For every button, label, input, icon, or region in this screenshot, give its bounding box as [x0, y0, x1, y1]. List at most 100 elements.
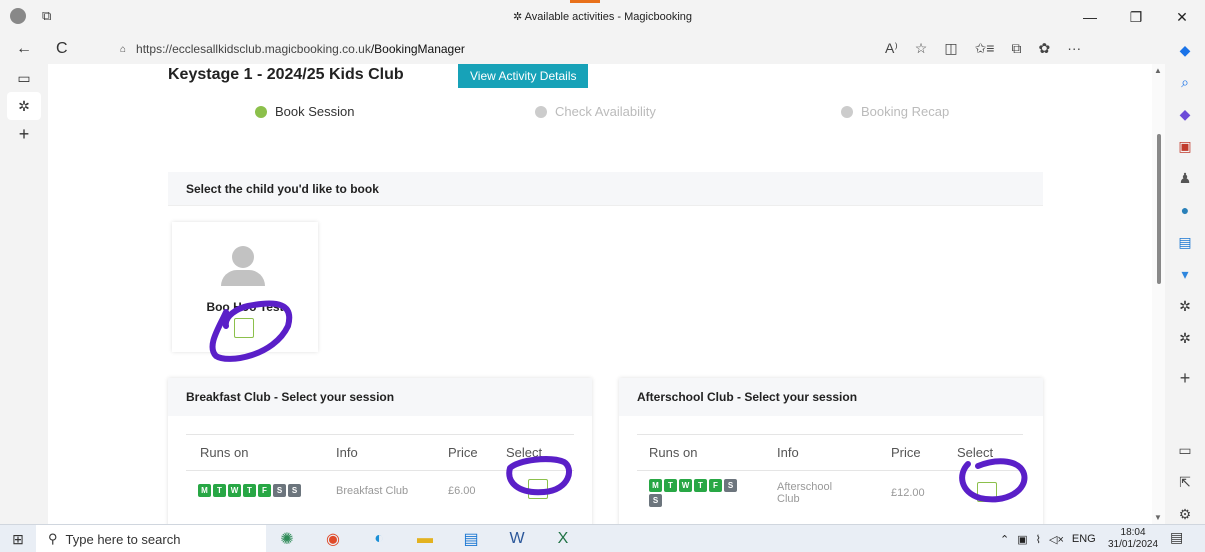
search-placeholder: Type here to search: [65, 531, 181, 547]
outlook-icon[interactable]: ▤: [1165, 226, 1205, 258]
afterschool-sessions-table: Runs on Info Price Select M T W T F S S: [637, 434, 1023, 515]
more-menu-icon[interactable]: ···: [1067, 40, 1081, 57]
site-favicon-icon: ✲: [513, 11, 523, 23]
favorites-icon[interactable]: ✩≡: [975, 40, 995, 57]
word-icon[interactable]: W: [505, 527, 529, 551]
select-cell: [957, 471, 1023, 516]
breakfast-club-panel: Breakfast Club - Select your session Run…: [168, 378, 592, 524]
step-label: Check Availability: [555, 104, 656, 119]
child-name: Boo Hoo Test: [206, 300, 284, 314]
taskbar-search[interactable]: ⚲ Type here to search: [36, 525, 266, 552]
read-aloud-icon[interactable]: A⁾: [885, 40, 898, 57]
col-runs-on: Runs on: [637, 434, 777, 471]
copilot-icon[interactable]: ◆: [1165, 34, 1205, 66]
window-title-text: Available activities - Magicbooking: [524, 11, 692, 23]
day-badge: W: [228, 484, 241, 497]
lock-icon[interactable]: ⌂: [120, 44, 126, 55]
window-title: ✲ Available activities - Magicbooking: [0, 10, 1205, 23]
tray-chevron-icon[interactable]: ⌃: [1000, 533, 1009, 546]
day-badge: S: [288, 484, 301, 497]
afterschool-select-checkbox[interactable]: [977, 481, 997, 502]
file-explorer-icon[interactable]: ▬: [413, 527, 437, 551]
chess-icon[interactable]: ♟: [1165, 162, 1205, 194]
add-sidebar-icon[interactable]: +: [1165, 362, 1205, 394]
refresh-button[interactable]: C: [56, 40, 68, 58]
page-content: Keystage 1 - 2024/25 Kids Club View Acti…: [48, 64, 1152, 524]
breakfast-select-checkbox[interactable]: [528, 479, 548, 499]
address-field[interactable]: ⌂ https://ecclesallkidsclub.magicbooking…: [120, 38, 465, 60]
page-title: Keystage 1 - 2024/25 Kids Club: [168, 66, 404, 83]
info-cell: Breakfast Club: [336, 484, 409, 497]
step-check-availability: Check Availability: [535, 104, 656, 119]
breakfast-club-heading: Breakfast Club - Select your session: [168, 378, 592, 416]
day-badges: M T W T F S S: [649, 479, 749, 507]
app-icon-1[interactable]: ✲: [1165, 290, 1205, 322]
active-tab-indicator: [570, 0, 600, 3]
select-cell: [506, 471, 574, 511]
minimize-button[interactable]: —: [1067, 0, 1113, 34]
system-tray: ⌃ ▣ ⌇ ◁× ENG: [1000, 525, 1096, 552]
taskbar-clock[interactable]: 18:04 31/01/2024: [1108, 527, 1158, 551]
extensions-icon[interactable]: ✿: [1038, 40, 1050, 57]
title-bar: ⧉ ✲ Available activities - Magicbooking …: [0, 0, 1205, 34]
notifications-icon[interactable]: ▤: [1170, 529, 1183, 546]
tray-app-icon[interactable]: ▣: [1017, 533, 1027, 546]
shopping-icon[interactable]: ▾: [1165, 258, 1205, 290]
step-booking-recap: Booking Recap: [841, 104, 949, 119]
back-button[interactable]: ←: [16, 40, 32, 58]
price-cell: £12.00: [891, 487, 925, 499]
scroll-down-icon[interactable]: ▼: [1154, 513, 1162, 522]
network-icon[interactable]: ⌇: [1036, 533, 1041, 546]
widget-icon[interactable]: ✺: [275, 527, 299, 551]
nav-buttons: ← C: [16, 40, 68, 58]
edge-icon[interactable]: ◐: [367, 527, 391, 551]
browser-toolbar: A⁾ ☆ ◫ ✩≡ ⧉ ✿ ···: [885, 40, 1081, 57]
restore-button[interactable]: ❐: [1113, 0, 1159, 34]
close-button[interactable]: ✕: [1159, 0, 1205, 34]
scroll-up-icon[interactable]: ▲: [1154, 66, 1162, 75]
collections-icon[interactable]: ⧉: [1011, 40, 1021, 57]
day-badge: S: [273, 484, 286, 497]
vertical-tabs: ▭ ✲ +: [0, 64, 48, 524]
child-card[interactable]: Boo Hoo Test: [172, 222, 318, 352]
tab-actions-icon[interactable]: ▭: [0, 64, 48, 92]
window-controls: — ❐ ✕: [1067, 0, 1205, 34]
excel-icon[interactable]: X: [551, 527, 575, 551]
col-info: Info: [777, 434, 891, 471]
windows-start-icon[interactable]: ⊞: [0, 525, 36, 552]
language-indicator[interactable]: ENG: [1072, 533, 1096, 545]
volume-icon[interactable]: ◁×: [1049, 533, 1064, 546]
briefcase-icon[interactable]: ▣: [1165, 130, 1205, 162]
day-badge: F: [258, 484, 271, 497]
favorite-star-icon[interactable]: ☆: [915, 40, 928, 57]
child-select-checkbox[interactable]: [234, 318, 254, 338]
outlook-icon[interactable]: ▤: [459, 527, 483, 551]
office-icon[interactable]: ●: [1165, 194, 1205, 226]
runs-on-cell: M T W T F S S: [186, 471, 336, 511]
tag-icon[interactable]: ◆: [1165, 98, 1205, 130]
view-activity-details-button[interactable]: View Activity Details: [458, 64, 589, 88]
info-cell: Afterschool Club: [777, 471, 891, 516]
day-badge: M: [649, 479, 662, 492]
day-badge: W: [679, 479, 692, 492]
page-scrollbar[interactable]: ▲ ▼: [1152, 64, 1165, 524]
scroll-thumb[interactable]: [1157, 134, 1161, 284]
chrome-icon[interactable]: ◉: [321, 527, 345, 551]
col-info: Info: [336, 434, 448, 471]
search-icon[interactable]: ⌕: [1165, 66, 1205, 98]
app-icon-2[interactable]: ✲: [1165, 322, 1205, 354]
table-row: M T W T F S S Breakfast Club £6.00: [186, 471, 574, 511]
day-badge: T: [213, 484, 226, 497]
external-link-icon[interactable]: ⇱: [1165, 466, 1205, 498]
col-price: Price: [891, 434, 957, 471]
url-text: https://ecclesallkidsclub.magicbooking.c…: [136, 42, 465, 56]
url-path: /BookingManager: [370, 42, 465, 56]
sidebar-toggle-icon[interactable]: ▭: [1165, 434, 1205, 466]
step-dot-icon: [535, 105, 547, 118]
afterschool-club-heading: Afterschool Club - Select your session: [619, 378, 1043, 416]
new-tab-icon[interactable]: +: [0, 120, 48, 148]
split-screen-icon[interactable]: ◫: [944, 40, 957, 57]
taskbar: ⊞ ⚲ Type here to search ✺ ◉ ◐ ▬ ▤ W X ⌃ …: [0, 524, 1205, 552]
col-select: Select: [506, 434, 574, 471]
tab-magicbooking[interactable]: ✲: [7, 92, 41, 120]
